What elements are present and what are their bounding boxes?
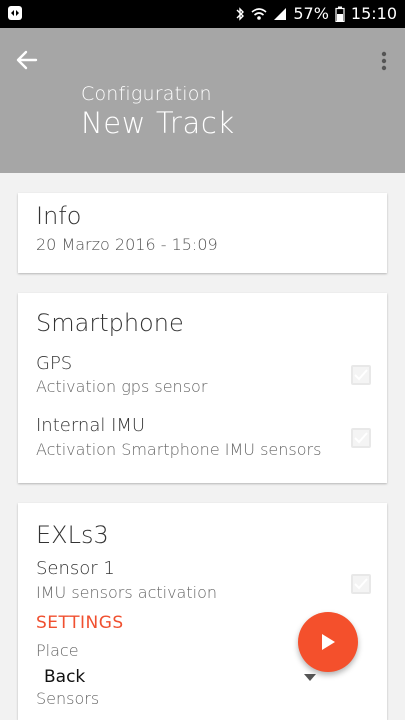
battery-percent: 57% bbox=[293, 4, 329, 23]
check-icon bbox=[354, 432, 368, 444]
gps-description: Activation gps sensor bbox=[36, 377, 208, 396]
play-icon bbox=[322, 634, 335, 650]
settings-header: SETTINGS bbox=[36, 613, 124, 633]
back-arrow-icon bbox=[16, 50, 38, 70]
app-notification-icon bbox=[7, 5, 23, 21]
dropdown-arrow-icon bbox=[304, 674, 316, 681]
imu-label: Internal IMU bbox=[36, 415, 146, 436]
start-track-button[interactable] bbox=[298, 612, 358, 672]
check-icon bbox=[354, 578, 368, 590]
more-options-button[interactable] bbox=[379, 50, 389, 72]
sensor-checkbox[interactable] bbox=[351, 574, 371, 594]
check-icon bbox=[354, 369, 368, 381]
bluetooth-icon bbox=[236, 7, 245, 21]
more-vert-icon bbox=[381, 51, 387, 71]
page-title: New Track bbox=[81, 106, 235, 140]
app-bar: Configuration New Track bbox=[0, 28, 405, 173]
info-title: Info bbox=[36, 202, 82, 230]
page-subtitle: Configuration bbox=[81, 83, 212, 105]
imu-checkbox[interactable] bbox=[351, 428, 371, 448]
info-date: 20 Marzo 2016 - 15:09 bbox=[36, 235, 218, 254]
info-card: Info 20 Marzo 2016 - 15:09 bbox=[18, 193, 387, 273]
status-bar: 57% 15:10 bbox=[0, 0, 405, 28]
place-label: Place bbox=[36, 641, 79, 660]
smartphone-title: Smartphone bbox=[36, 309, 184, 337]
exls3-title: EXLs3 bbox=[36, 521, 109, 549]
battery-icon bbox=[335, 6, 345, 22]
sensor-description: IMU sensors activation bbox=[36, 583, 218, 602]
signal-icon bbox=[274, 8, 287, 20]
imu-description: Activation Smartphone IMU sensors bbox=[36, 440, 322, 459]
clock: 15:10 bbox=[350, 4, 397, 23]
smartphone-card: Smartphone GPS Activation gps sensor Int… bbox=[18, 293, 387, 483]
gps-label: GPS bbox=[36, 353, 73, 374]
gps-checkbox[interactable] bbox=[351, 365, 371, 385]
place-selected-value: Back bbox=[44, 667, 86, 687]
sensor-label: Sensor 1 bbox=[36, 558, 115, 579]
sensors-label: Sensors bbox=[36, 689, 100, 708]
back-button[interactable] bbox=[14, 48, 40, 72]
wifi-icon bbox=[251, 8, 267, 20]
status-icons: 57% 15:10 bbox=[235, 4, 397, 24]
